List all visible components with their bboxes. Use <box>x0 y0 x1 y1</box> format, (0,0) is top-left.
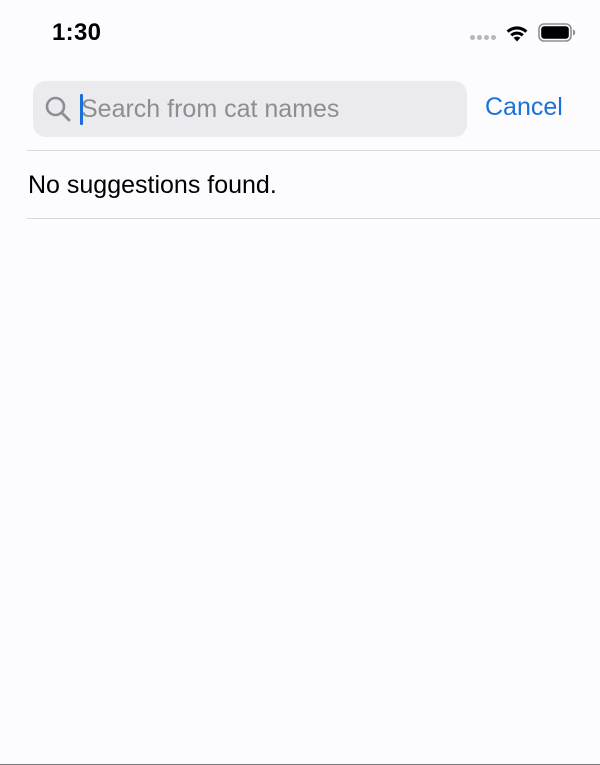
search-field[interactable] <box>33 81 467 137</box>
search-row: Cancel <box>33 81 600 137</box>
text-cursor <box>80 94 83 125</box>
signal-dots-icon <box>470 35 496 40</box>
cancel-button[interactable]: Cancel <box>485 93 563 122</box>
divider <box>27 150 600 151</box>
status-time: 1:30 <box>52 19 102 46</box>
search-screen: 1:30 Cancel <box>0 0 600 765</box>
search-icon <box>45 96 71 122</box>
status-icons <box>470 23 576 42</box>
battery-icon <box>538 23 576 42</box>
wifi-icon <box>506 26 528 42</box>
no-suggestions-message: No suggestions found. <box>28 171 277 199</box>
status-bar: 1:30 <box>0 0 600 68</box>
search-input[interactable] <box>81 81 451 137</box>
divider <box>27 218 600 219</box>
